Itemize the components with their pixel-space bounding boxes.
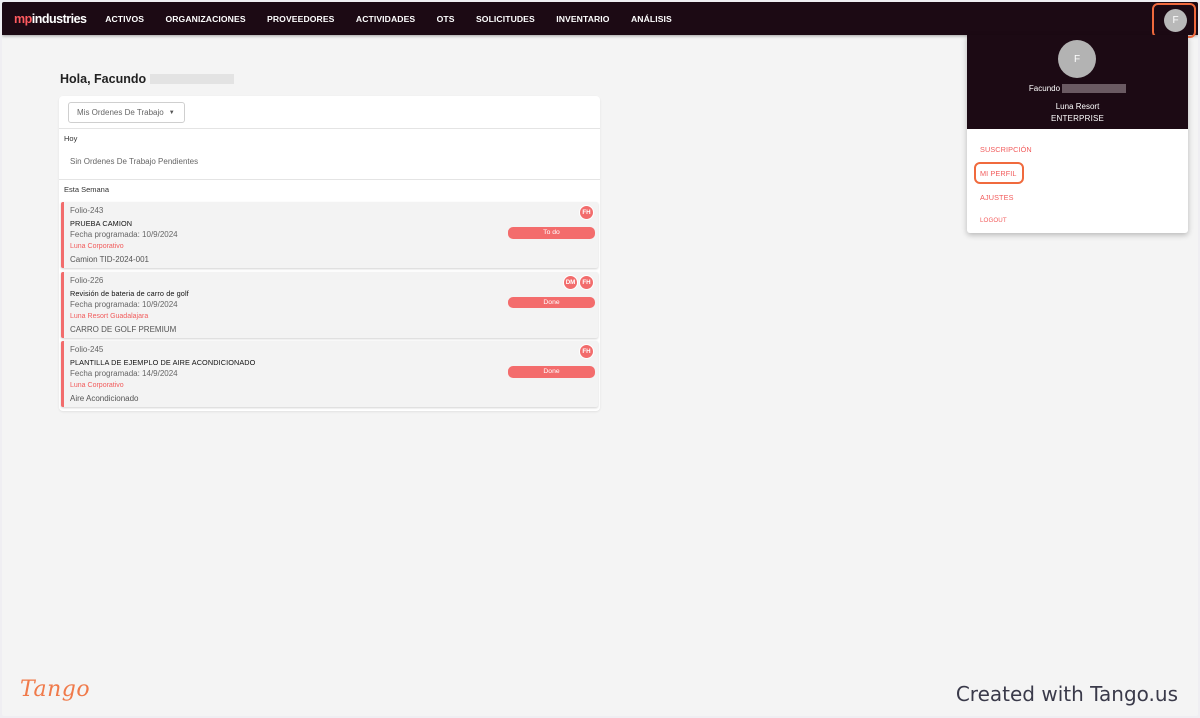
status-badge: Done	[508, 296, 595, 308]
work-orders-panel: Mis Ordenes De Trabajo ▼ Hoy Sin Ordenes…	[59, 96, 600, 411]
assignees: FH	[578, 344, 594, 359]
profile-header: F Facundo Luna Resort ENTERPRISE	[967, 35, 1188, 129]
logo-prefix: mp	[14, 11, 32, 26]
work-order-location[interactable]: Luna Corporativo	[70, 382, 124, 389]
work-order-location[interactable]: Luna Resort Guadalajara	[70, 313, 148, 320]
profile-avatar: F	[1058, 40, 1096, 78]
menu-item-subscription[interactable]: SUSCRIPCIÓN	[980, 145, 1032, 154]
app-frame: mpindustries ACTIVOS ORGANIZACIONES PROV…	[2, 2, 1198, 716]
empty-today-message: Sin Ordenes De Trabajo Pendientes	[70, 157, 199, 166]
menu-item-my-profile[interactable]: MI PERFIL	[980, 169, 1017, 178]
work-order-card[interactable]: Folio-245 PLANTILLA DE EJEMPLO DE AIRE A…	[61, 341, 598, 407]
work-order-title: PRUEBA CAMION	[70, 219, 133, 228]
work-order-card[interactable]: Folio-243 PRUEBA CAMION Fecha programada…	[61, 202, 598, 268]
assignees: FH	[578, 205, 594, 220]
nav-item-organizaciones[interactable]: ORGANIZACIONES	[155, 14, 257, 24]
nav-item-ots[interactable]: OTS	[426, 14, 465, 24]
nav-item-actividades[interactable]: ACTIVIDADES	[345, 14, 426, 24]
work-order-card[interactable]: Folio-226 Revisión de bateria de carro d…	[61, 271, 598, 338]
work-order-filter-select[interactable]: Mis Ordenes De Trabajo ▼	[68, 102, 185, 123]
work-order-list: Folio-243 PRUEBA CAMION Fecha programada…	[61, 202, 598, 411]
nav-item-activos[interactable]: ACTIVOS	[95, 14, 155, 24]
nav-menu: ACTIVOS ORGANIZACIONES PROVEEDORES ACTIV…	[95, 14, 683, 24]
nav-item-inventario[interactable]: INVENTARIO	[546, 14, 621, 24]
nav-item-analisis[interactable]: ANÁLISIS	[620, 14, 682, 24]
caret-down-icon: ▼	[168, 109, 175, 116]
divider	[59, 179, 600, 180]
nav-item-solicitudes[interactable]: SOLICITUDES	[465, 14, 545, 24]
status-badge: To do	[508, 227, 595, 239]
section-today-label: Hoy	[64, 134, 78, 143]
work-order-title: Revisión de bateria de carro de golf	[70, 288, 189, 298]
work-order-date: Fecha programada: 10/9/2024	[70, 299, 178, 309]
logo-text: industries	[31, 11, 87, 26]
assignee-avatar: DM	[563, 274, 578, 290]
greeting: Hola, Facundo	[60, 72, 235, 86]
profile-name: Facundo	[967, 84, 1188, 93]
profile-dropdown-menu: F Facundo Luna Resort ENTERPRISE SUSCRIP…	[967, 35, 1188, 233]
section-week-label: Esta Semana	[64, 185, 110, 194]
work-order-title: PLANTILLA DE EJEMPLO DE AIRE ACONDICIONA…	[70, 358, 256, 367]
user-avatar-button[interactable]: F	[1164, 9, 1187, 32]
work-order-asset: Camion TID-2024-001	[70, 255, 150, 264]
work-order-date: Fecha programada: 10/9/2024	[70, 230, 178, 239]
menu-item-logout[interactable]: LOGOUT	[980, 217, 1007, 224]
avatar-highlight: F	[1152, 3, 1196, 38]
divider	[59, 128, 600, 129]
status-badge: Done	[508, 366, 595, 378]
profile-first-name: Facundo	[1028, 84, 1061, 93]
assignee-avatar: FH	[579, 344, 594, 359]
redacted-surname	[150, 74, 235, 84]
work-order-asset: CARRO DE GOLF PREMIUM	[70, 324, 177, 334]
work-order-folio: Folio-226	[70, 275, 104, 285]
top-navbar: mpindustries ACTIVOS ORGANIZACIONES PROV…	[2, 2, 1198, 38]
menu-item-settings[interactable]: AJUSTES	[980, 193, 1014, 202]
work-order-location[interactable]: Luna Corporativo	[70, 243, 124, 250]
greeting-text: Hola, Facundo	[60, 72, 147, 86]
created-with-text: Created with Tango.us	[955, 682, 1178, 706]
assignee-avatar: FH	[579, 274, 594, 290]
profile-organization: Luna Resort	[1055, 102, 1100, 111]
app-logo[interactable]: mpindustries	[14, 12, 87, 26]
assignees: DM FH	[562, 274, 594, 290]
nav-item-proveedores[interactable]: PROVEEDORES	[256, 14, 345, 24]
work-order-folio: Folio-245	[70, 345, 104, 354]
work-order-folio: Folio-243	[70, 206, 104, 215]
assignee-avatar: FH	[579, 205, 594, 220]
work-order-date: Fecha programada: 14/9/2024	[70, 369, 178, 378]
work-order-asset: Aire Acondicionado	[70, 394, 139, 403]
tango-logo: Tango	[20, 677, 91, 702]
filter-select-value: Mis Ordenes De Trabajo	[77, 108, 164, 117]
redacted-surname	[1062, 84, 1127, 93]
profile-plan: ENTERPRISE	[1050, 114, 1105, 123]
